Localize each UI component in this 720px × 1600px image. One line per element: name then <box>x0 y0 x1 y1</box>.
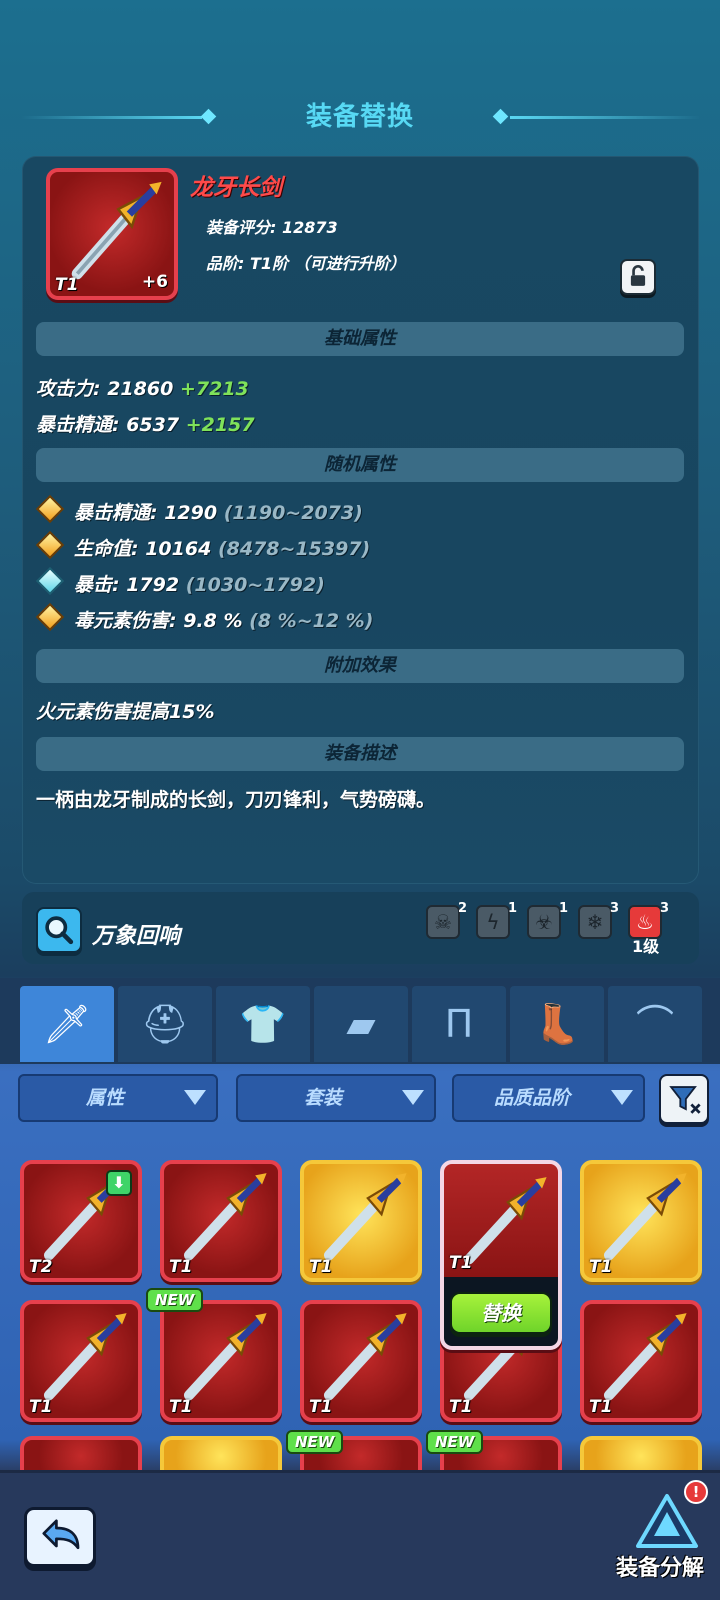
random-stat-4: 毒元素伤害: 9.8 % (8 %~12 %) <box>74 606 373 633</box>
tab-pants[interactable]: Π <box>412 986 506 1062</box>
back-button[interactable] <box>24 1507 96 1567</box>
tier-label: T1 <box>169 1397 193 1417</box>
grid-item[interactable]: T1 <box>160 1160 282 1282</box>
filter-clear-icon[interactable] <box>659 1074 709 1124</box>
stat-range: (1190~2073) <box>223 502 363 524</box>
tier-label: T2 <box>29 1257 53 1277</box>
random-stat-2: 生命值: 10164 (8478~15397) <box>74 534 370 561</box>
skull-icon[interactable]: ☠ <box>426 905 460 939</box>
fire-level: 1级 <box>632 937 660 956</box>
item-name: 龙牙长剑 <box>190 175 282 201</box>
tab-armor[interactable]: 👕 <box>216 986 310 1062</box>
dropdown-label: 套装 <box>304 1087 343 1109</box>
alert-badge: ! <box>684 1480 708 1504</box>
skull-count: 2 <box>458 901 468 916</box>
stat-label: 暴击精通: 1290 <box>74 502 218 524</box>
lightning-icon[interactable]: ϟ <box>476 905 510 939</box>
pants-icon: Π <box>444 1002 474 1046</box>
base-stat-attack: 攻击力: 21860 +7213 <box>36 374 249 401</box>
stat-range: (8478~15397) <box>217 538 371 560</box>
tier-label: T1 <box>449 1397 473 1417</box>
extra-effect-text: 火元素伤害提高15% <box>36 701 215 723</box>
chevron-down-icon <box>402 1090 424 1105</box>
description-text: 一柄由龙牙制成的长剑，刀刃锋利，气势磅礴。 <box>36 789 436 811</box>
new-badge: NEW <box>426 1430 484 1454</box>
stat-label: 暴击精通: 6537 <box>36 414 180 436</box>
chevron-down-icon <box>184 1090 206 1105</box>
poison-count: 1 <box>559 901 569 916</box>
tier-label: T1 <box>309 1397 333 1417</box>
stat-label: 生命值: 10164 <box>74 538 212 560</box>
base-stat-crit-mastery: 暴击精通: 6537 +2157 <box>36 410 255 437</box>
tab-cape[interactable]: ⌒ <box>608 986 702 1062</box>
grid-item[interactable]: T1 <box>580 1160 702 1282</box>
filter-quality-dropdown[interactable]: 品质品阶 <box>452 1074 645 1122</box>
tab-weapon[interactable]: 🗡 <box>20 986 114 1062</box>
sword-icon: 🗡 <box>42 1002 92 1046</box>
stat-bonus: +7213 <box>179 378 249 400</box>
back-arrow-icon <box>42 1519 80 1550</box>
upgrade-arrow-icon: ⬇ <box>106 1170 132 1196</box>
fire-count: 3 <box>660 901 670 916</box>
stat-label: 毒元素伤害: 9.8 % <box>74 610 243 632</box>
ice-icon[interactable]: ❄ <box>578 905 612 939</box>
chevron-down-icon <box>611 1090 633 1105</box>
section-description: 装备描述 <box>36 737 684 771</box>
tier-label: T1 <box>309 1257 333 1277</box>
tier-label: T1 <box>55 275 79 295</box>
selected-item-icon: T1 +6 <box>46 168 178 300</box>
tab-boots[interactable]: 👢 <box>510 986 604 1062</box>
dropdown-label: 品质品阶 <box>494 1087 571 1109</box>
cape-icon: ⌒ <box>635 1002 674 1046</box>
enhance-level: +6 <box>141 272 168 292</box>
new-badge: NEW <box>146 1288 204 1312</box>
search-icon[interactable] <box>36 907 82 953</box>
resonance-label[interactable]: 万象回响 <box>92 918 180 950</box>
tab-helmet[interactable]: ⛑ <box>118 986 212 1062</box>
grid-item[interactable]: T1 <box>300 1300 422 1422</box>
tier-label: T1 <box>169 1257 193 1277</box>
bottom-bar <box>0 1470 720 1600</box>
stat-range: (1030~1792) <box>185 574 325 596</box>
unlock-icon[interactable] <box>620 259 656 295</box>
tier-label: T1 <box>449 1253 473 1273</box>
decompose-label[interactable]: 装备分解 <box>616 1550 704 1582</box>
random-stat-3: 暴击: 1792 (1030~1792) <box>74 570 325 597</box>
tier-label: T1 <box>589 1397 613 1417</box>
boots-icon: 👢 <box>533 1002 581 1046</box>
item-grade: 品阶: T1阶 （可进行升阶） <box>206 254 406 273</box>
stat-bonus: +2157 <box>185 414 255 436</box>
stat-range: (8 %~12 %) <box>249 610 374 632</box>
section-extra-effect: 附加效果 <box>36 649 684 683</box>
replace-button[interactable]: 替换 <box>450 1292 552 1334</box>
ice-count: 3 <box>610 901 620 916</box>
stat-label: 暴击: 1792 <box>74 574 180 596</box>
helmet-icon: ⛑ <box>140 1002 190 1046</box>
tier-label: T1 <box>29 1397 53 1417</box>
tab-bracer[interactable]: ▰ <box>314 986 408 1062</box>
grid-item[interactable]: T2 ⬇ <box>20 1160 142 1282</box>
filter-attribute-dropdown[interactable]: 属性 <box>18 1074 218 1122</box>
poison-icon[interactable]: ☣ <box>527 905 561 939</box>
grid-item[interactable]: T1 替换 <box>440 1160 562 1350</box>
armor-icon: 👕 <box>239 1002 287 1046</box>
grid-item[interactable]: T1 <box>160 1300 282 1422</box>
item-score: 装备评分: 12873 <box>206 218 338 237</box>
lightning-count: 1 <box>508 901 518 916</box>
grid-item[interactable]: T1 <box>300 1160 422 1282</box>
bracer-icon: ▰ <box>346 1002 376 1046</box>
new-badge: NEW <box>286 1430 344 1454</box>
random-stat-1: 暴击精通: 1290 (1190~2073) <box>74 498 363 525</box>
section-random-attributes: 随机属性 <box>36 448 684 482</box>
filter-set-dropdown[interactable]: 套装 <box>236 1074 436 1122</box>
grid-item[interactable]: T1 <box>580 1300 702 1422</box>
dropdown-label: 属性 <box>86 1087 125 1109</box>
page-title: 装备替换 <box>305 102 414 132</box>
stat-label: 攻击力: 21860 <box>36 378 174 400</box>
tier-label: T1 <box>589 1257 613 1277</box>
grid-item[interactable]: T1 <box>20 1300 142 1422</box>
section-base-attributes: 基础属性 <box>36 322 684 356</box>
